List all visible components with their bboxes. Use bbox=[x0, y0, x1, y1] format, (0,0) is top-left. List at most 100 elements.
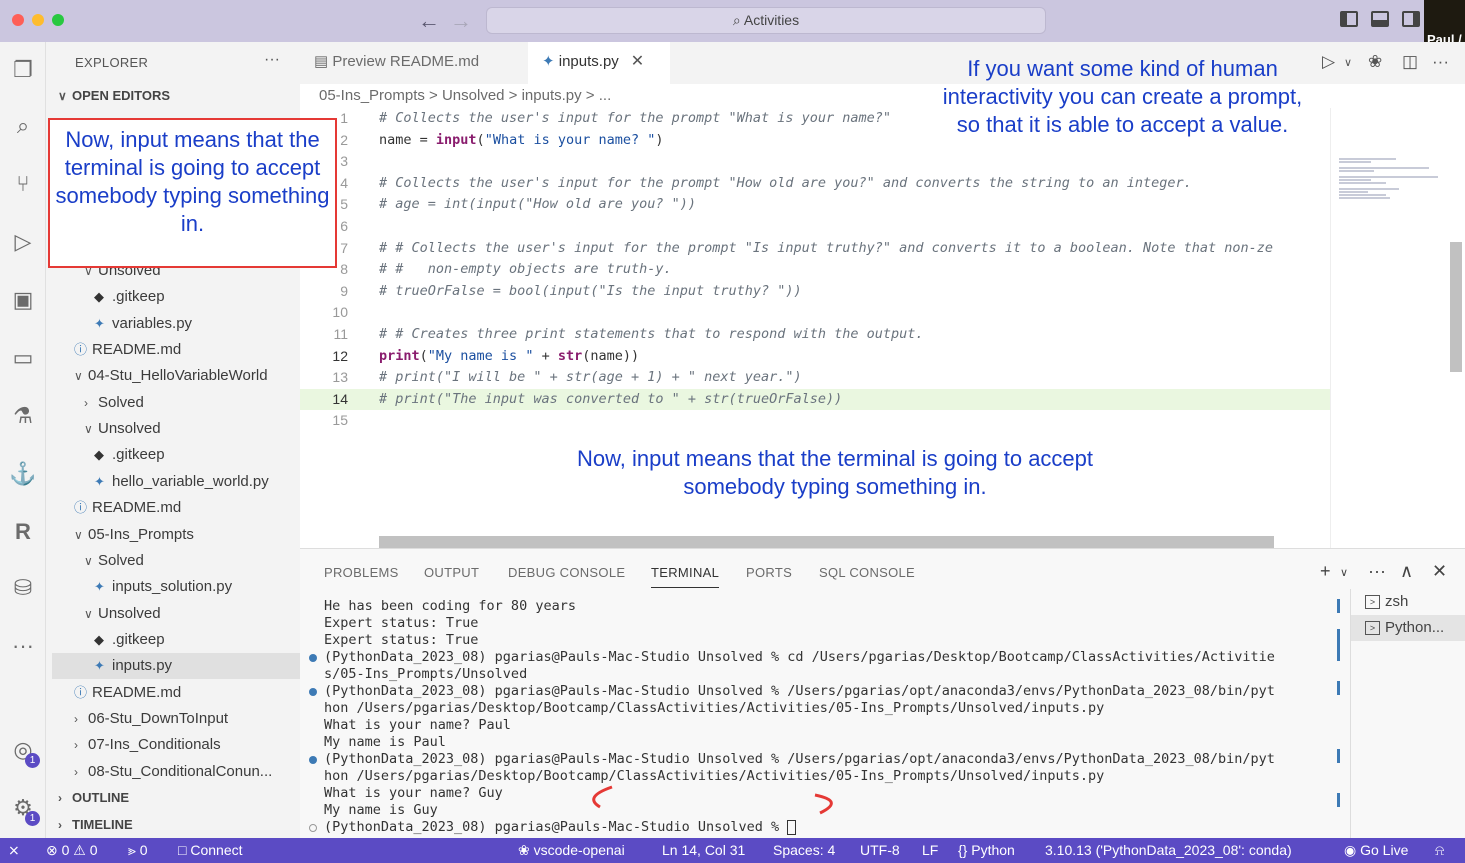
minimize-window-button[interactable] bbox=[32, 14, 44, 26]
code-line[interactable]: 11 # # Creates three print statements tha… bbox=[300, 324, 1330, 346]
split-editor-icon[interactable]: ◫ bbox=[1402, 52, 1418, 72]
outline-section[interactable]: › OUTLINE bbox=[58, 790, 129, 805]
explorer-icon[interactable]: ❐ bbox=[9, 56, 37, 84]
golive-status[interactable]: ◉ Go Live bbox=[1344, 838, 1408, 863]
maximize-panel-icon[interactable]: ∧ bbox=[1400, 561, 1413, 582]
new-terminal-icon[interactable]: + bbox=[1320, 561, 1331, 582]
tree-folder[interactable]: ∨ Unsolved bbox=[52, 416, 300, 442]
ports-status[interactable]: ⪢ 0 bbox=[128, 838, 148, 863]
tree-folder[interactable]: › 08-Stu_ConditionalConun... bbox=[52, 759, 300, 785]
close-panel-icon[interactable]: ✕ bbox=[1432, 561, 1447, 582]
toggle-panel-icon[interactable] bbox=[1371, 11, 1389, 27]
tree-folder[interactable]: › 06-Stu_DownToInput bbox=[52, 706, 300, 732]
forward-arrow-icon[interactable]: → bbox=[450, 8, 472, 34]
testing-icon[interactable]: ⚗ bbox=[9, 402, 37, 430]
chevron-down-icon[interactable]: ∨ bbox=[1344, 56, 1352, 69]
indentation-status[interactable]: Spaces: 4 bbox=[773, 838, 835, 863]
more-actions-icon[interactable]: ··· bbox=[1368, 561, 1386, 582]
tree-file[interactable]: ◆ .gitkeep bbox=[52, 442, 300, 468]
terminal-item-python[interactable]: > Python... bbox=[1351, 615, 1465, 641]
tree-file[interactable]: ✦ inputs.py bbox=[52, 653, 300, 680]
language-status[interactable]: {} Python bbox=[958, 838, 1015, 863]
tree-item-label: inputs.py bbox=[112, 657, 173, 675]
command-center[interactable]: ⌕ Activities bbox=[486, 7, 1046, 34]
timeline-section[interactable]: › TIMELINE bbox=[58, 817, 133, 832]
openai-status[interactable]: ❀ vscode-openai bbox=[518, 838, 625, 863]
open-editors-section[interactable]: ∨ OPEN EDITORS bbox=[58, 88, 170, 103]
back-arrow-icon[interactable]: ← bbox=[418, 8, 440, 34]
tree-file[interactable]: ⓘ README.md bbox=[52, 337, 300, 363]
tree-file[interactable]: ⓘ README.md bbox=[52, 495, 300, 521]
code-line[interactable]: 10 bbox=[300, 302, 1330, 324]
tree-file[interactable]: ⓘ README.md bbox=[52, 680, 300, 706]
tree-file[interactable]: ◆ .gitkeep bbox=[52, 627, 300, 653]
code-line[interactable]: 13 # print("I will be " + str(age + 1) + … bbox=[300, 367, 1330, 389]
code-line[interactable]: 14 # print("The input was converted to " … bbox=[300, 388, 1330, 411]
interpreter-status[interactable]: 3.10.13 ('PythonData_2023_08': conda) bbox=[1045, 838, 1292, 863]
terminal-item-zsh[interactable]: > zsh bbox=[1351, 589, 1465, 615]
toggle-sidebar-icon[interactable] bbox=[1340, 11, 1358, 27]
code-line[interactable]: 3 bbox=[300, 151, 1330, 173]
close-icon[interactable]: ✕ bbox=[631, 53, 644, 70]
tree-folder[interactable]: › Solved bbox=[52, 390, 300, 416]
docker-icon[interactable]: ⚓ bbox=[9, 460, 37, 488]
remote-explorer-icon[interactable]: ▭ bbox=[9, 344, 37, 372]
code-line[interactable]: 9 # trueOrFalse = bool(input("Is the inpu… bbox=[300, 281, 1330, 303]
code-line[interactable]: 6 bbox=[300, 216, 1330, 238]
eol-status[interactable]: LF bbox=[922, 838, 938, 863]
chevron-down-icon[interactable]: ∨ bbox=[1340, 566, 1348, 579]
search-icon[interactable]: ⌕ bbox=[9, 112, 37, 140]
minimap-line bbox=[1339, 191, 1368, 193]
toggle-secondary-sidebar-icon[interactable] bbox=[1402, 11, 1420, 27]
activity-bar: ❐ ⌕ ⑂ ▷ ▣ ▭ ⚗ ⚓ R ⛁ ··· ◎ 1 ⚙ 1 bbox=[0, 42, 46, 838]
tab-preview-readme[interactable]: ▤ Preview README.md bbox=[300, 42, 525, 84]
tree-file[interactable]: ◆ .gitkeep bbox=[52, 284, 300, 310]
tree-folder[interactable]: ∨ 05-Ins_Prompts bbox=[52, 522, 300, 548]
breadcrumb[interactable]: 05-Ins_Prompts > Unsolved > inputs.py > … bbox=[319, 87, 611, 104]
tree-file[interactable]: ✦ inputs_solution.py bbox=[52, 574, 300, 600]
connect-status[interactable]: □ Connect bbox=[178, 838, 243, 863]
run-icon[interactable]: ▷ bbox=[1322, 52, 1335, 72]
code-line[interactable]: 8 # # non-empty objects are truth-y. bbox=[300, 259, 1330, 281]
annotation-center: Now, input means that the terminal is go… bbox=[576, 446, 1094, 499]
code-line[interactable]: 15 bbox=[300, 410, 1330, 432]
cursor-position[interactable]: Ln 14, Col 31 bbox=[662, 838, 745, 863]
code-line[interactable]: 12 print("My name is " + str(name)) bbox=[300, 346, 1330, 368]
extensions-icon[interactable]: ▣ bbox=[9, 286, 37, 314]
tree-item-label: .gitkeep bbox=[112, 630, 165, 648]
more-actions-icon[interactable]: ··· bbox=[1432, 52, 1449, 72]
minimap[interactable] bbox=[1330, 108, 1450, 548]
tree-folder[interactable]: ∨ Solved bbox=[52, 548, 300, 574]
explorer-more-button[interactable]: ··· bbox=[264, 51, 280, 69]
line-number: 14 bbox=[332, 390, 348, 407]
more-icon[interactable]: ··· bbox=[9, 632, 37, 660]
tree-file[interactable]: ✦ variables.py bbox=[52, 311, 300, 337]
openai-icon[interactable]: ❀ bbox=[1368, 52, 1382, 72]
tree-folder[interactable]: › 07-Ins_Conditionals bbox=[52, 732, 300, 758]
minimap-line bbox=[1339, 161, 1371, 163]
account-badge: 1 bbox=[25, 753, 40, 768]
code-text: print("My name is " + str(name)) bbox=[379, 347, 640, 364]
tree-file[interactable]: ✦ hello_variable_world.py bbox=[52, 469, 300, 495]
problems-status[interactable]: ⊗ 0 ⚠ 0 bbox=[46, 838, 98, 863]
close-window-button[interactable] bbox=[12, 14, 24, 26]
notifications-icon[interactable]: ⍾ bbox=[1435, 838, 1444, 863]
tree-folder[interactable]: ∨ 04-Stu_HelloVariableWorld bbox=[52, 363, 300, 389]
vertical-scrollbar[interactable] bbox=[1450, 242, 1462, 372]
maximize-window-button[interactable] bbox=[52, 14, 64, 26]
source-control-icon[interactable]: ⑂ bbox=[9, 170, 37, 198]
database-icon[interactable]: ⛁ bbox=[9, 574, 37, 602]
encoding-status[interactable]: UTF-8 bbox=[860, 838, 900, 863]
horizontal-scrollbar[interactable] bbox=[379, 536, 1274, 548]
tree-folder[interactable]: ∨ Unsolved bbox=[52, 601, 300, 627]
r-language-icon[interactable]: R bbox=[9, 518, 37, 546]
code-line[interactable]: 7 # # Collects the user's input for the p… bbox=[300, 238, 1330, 260]
line-number: 10 bbox=[332, 304, 348, 321]
run-debug-icon[interactable]: ▷ bbox=[9, 228, 37, 256]
tab-inputs-py[interactable]: ✦ inputs.py ✕ bbox=[528, 42, 670, 84]
remote-icon[interactable]: ⨯ bbox=[8, 838, 20, 863]
code-line[interactable]: 4 # Collects the user's input for the pro… bbox=[300, 173, 1330, 195]
code-line[interactable]: 5 # age = int(input("How old are you? ")) bbox=[300, 194, 1330, 216]
tree-item-label: Unsolved bbox=[98, 420, 161, 438]
info-file-icon: ⓘ bbox=[74, 342, 88, 358]
